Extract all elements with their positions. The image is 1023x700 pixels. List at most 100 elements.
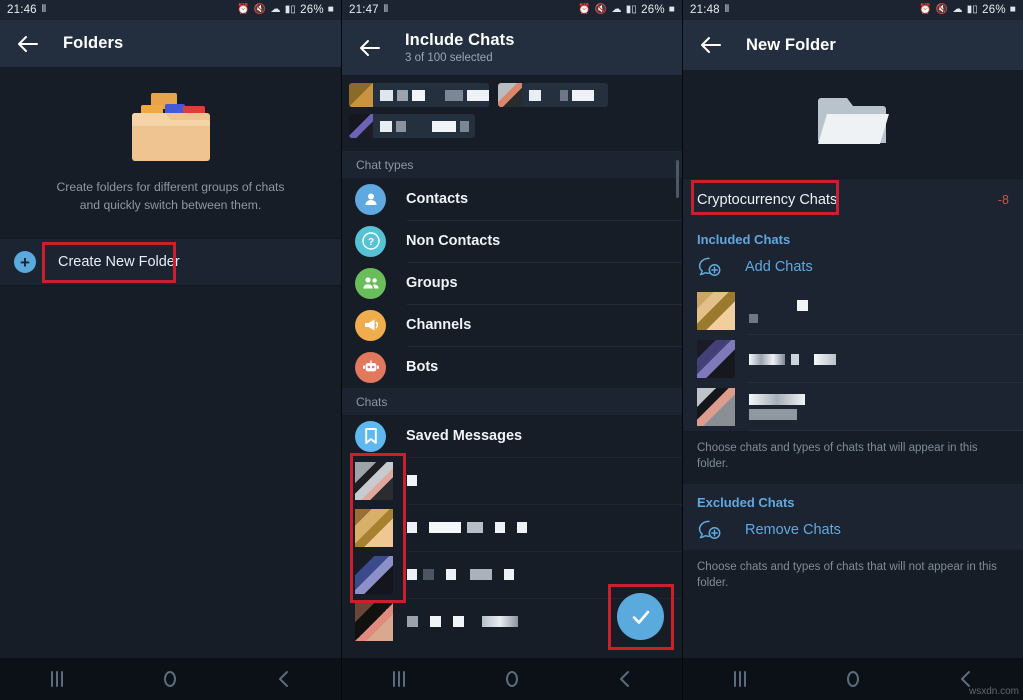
recents-icon[interactable]: [717, 658, 763, 700]
folders-empty-state: Create folders for different groups of c…: [0, 67, 341, 239]
remove-chats-label: Remove Chats: [745, 521, 841, 538]
folder-name-value: Cryptocurrency Chats: [697, 192, 838, 208]
remove-chats-button[interactable]: Remove Chats: [683, 509, 1023, 550]
list-item-saved-messages[interactable]: Saved Messages: [342, 415, 682, 457]
group-icon: [355, 267, 386, 299]
included-hint-text: Choose chats and types of chats that wil…: [683, 431, 1023, 484]
back-icon[interactable]: [261, 658, 307, 700]
avatar: [349, 83, 373, 107]
avatar: [697, 388, 735, 426]
status-extra-icon: ⦀: [724, 4, 730, 15]
status-bar: 21:47 ⦀ ⏰ 🔇 ☁ ▮▯ 26% ■: [342, 0, 682, 20]
back-icon[interactable]: [602, 658, 648, 700]
status-extra-icon: ⦀: [41, 4, 47, 15]
scrollbar-thumb[interactable]: [676, 160, 679, 198]
chat-plus-icon: [698, 257, 721, 276]
selected-chats-chips: [342, 75, 682, 151]
list-item-bots[interactable]: Bots: [342, 346, 682, 388]
folder-name-field[interactable]: Cryptocurrency Chats -8: [683, 178, 1023, 221]
section-header-chats: Chats: [342, 388, 682, 415]
create-new-folder-label: Create New Folder: [58, 254, 180, 271]
battery-icon: ■: [327, 4, 334, 15]
mute-icon: 🔇: [594, 4, 608, 15]
bookmark-icon: [355, 420, 386, 452]
signal-icon: ▮▯: [625, 4, 638, 15]
excluded-hint-text: Choose chats and types of chats that wil…: [683, 549, 1023, 603]
recents-icon[interactable]: [376, 658, 422, 700]
panel-new-folder: 21:48 ⦀ ⏰ 🔇 ☁ ▮▯ 26% ■ New Folder Crypto…: [682, 0, 1023, 700]
home-icon[interactable]: [147, 658, 193, 700]
arrow-left-icon[interactable]: [356, 33, 386, 63]
battery-percent: 26%: [982, 4, 1006, 16]
watermark: wsxdn.com: [968, 686, 1019, 697]
redacted-name: [407, 616, 518, 627]
status-bar: 21:46 ⦀ ⏰ 🔇 ☁ ▮▯ 26% ■: [0, 0, 341, 20]
alarm-icon: ⏰: [919, 4, 932, 15]
status-time: 21:47: [349, 4, 379, 16]
list-item-contacts[interactable]: Contacts: [342, 178, 682, 220]
list-item-label: Groups: [406, 275, 458, 291]
status-time: 21:46: [7, 4, 37, 16]
list-item-non-contacts[interactable]: ? Non Contacts: [342, 220, 682, 262]
wifi-icon: ☁: [270, 4, 281, 15]
home-icon[interactable]: [489, 658, 535, 700]
folders-illustration: [125, 89, 217, 167]
three-panel-screenshot: 21:46 ⦀ ⏰ 🔇 ☁ ▮▯ 26% ■ Folders Create fo…: [0, 0, 1023, 700]
status-bar: 21:48 ⦀ ⏰ 🔇 ☁ ▮▯ 26% ■: [683, 0, 1023, 20]
empty-state-text: Create folders for different groups of c…: [56, 180, 285, 212]
svg-text:?: ?: [367, 237, 373, 248]
chat-chip-2[interactable]: [498, 83, 608, 107]
avatar: [355, 508, 393, 547]
battery-icon: ■: [668, 4, 675, 15]
list-item-label: Saved Messages: [406, 428, 523, 444]
page-title: Folders: [63, 34, 124, 52]
included-chat-row[interactable]: [683, 335, 1023, 383]
included-chat-row[interactable]: [683, 287, 1023, 335]
folder-illustration: [683, 70, 1023, 178]
status-extra-icon: ⦀: [383, 4, 389, 15]
android-nav-bar: [0, 658, 341, 700]
redacted-name: [407, 522, 527, 533]
robot-icon: [355, 351, 386, 383]
list-item-label: Bots: [406, 359, 439, 375]
redacted-chat-row[interactable]: [342, 551, 682, 598]
home-icon[interactable]: [830, 658, 876, 700]
included-chat-row[interactable]: [683, 383, 1023, 431]
list-item-label: Contacts: [406, 191, 469, 207]
arrow-left-icon[interactable]: [14, 29, 44, 59]
redacted-chat-row[interactable]: [342, 457, 682, 504]
avatar: [355, 602, 393, 641]
recents-icon[interactable]: [34, 658, 80, 700]
check-icon: [632, 610, 649, 624]
redacted-chat-row[interactable]: [342, 504, 682, 551]
page-title: New Folder: [746, 35, 836, 54]
avatar: [498, 83, 522, 107]
add-chats-button[interactable]: Add Chats: [683, 247, 1023, 287]
create-new-folder-button[interactable]: + Create New Folder: [0, 238, 341, 287]
avatar: [355, 555, 393, 594]
android-nav-bar: [342, 658, 682, 700]
alarm-icon: ⏰: [237, 4, 250, 15]
app-bar: Folders: [0, 20, 341, 67]
panel-include-chats: 21:47 ⦀ ⏰ 🔇 ☁ ▮▯ 26% ■ Include Chats 3 o…: [341, 0, 682, 700]
redacted-name: [407, 475, 417, 486]
arrow-left-icon[interactable]: [697, 30, 727, 60]
chat-chip-3[interactable]: [349, 114, 475, 138]
list-item-groups[interactable]: Groups: [342, 262, 682, 304]
battery-percent: 26%: [300, 4, 324, 16]
avatar: [697, 292, 735, 330]
chat-chip-1[interactable]: [349, 83, 489, 107]
list-item-label: Non Contacts: [406, 233, 501, 249]
included-chats-list: [683, 287, 1023, 431]
list-item-label: Channels: [406, 317, 472, 333]
page-title: Include Chats: [405, 31, 515, 49]
avatar: [349, 114, 373, 138]
redacted-name: [749, 394, 805, 420]
list-item-channels[interactable]: Channels: [342, 304, 682, 346]
confirm-selection-fab[interactable]: [617, 593, 664, 640]
avatar: [355, 461, 393, 500]
section-header-excluded: Excluded Chats: [683, 483, 1023, 510]
chip-row: [349, 83, 675, 107]
person-icon: [355, 183, 386, 215]
redacted-name: [373, 89, 489, 101]
